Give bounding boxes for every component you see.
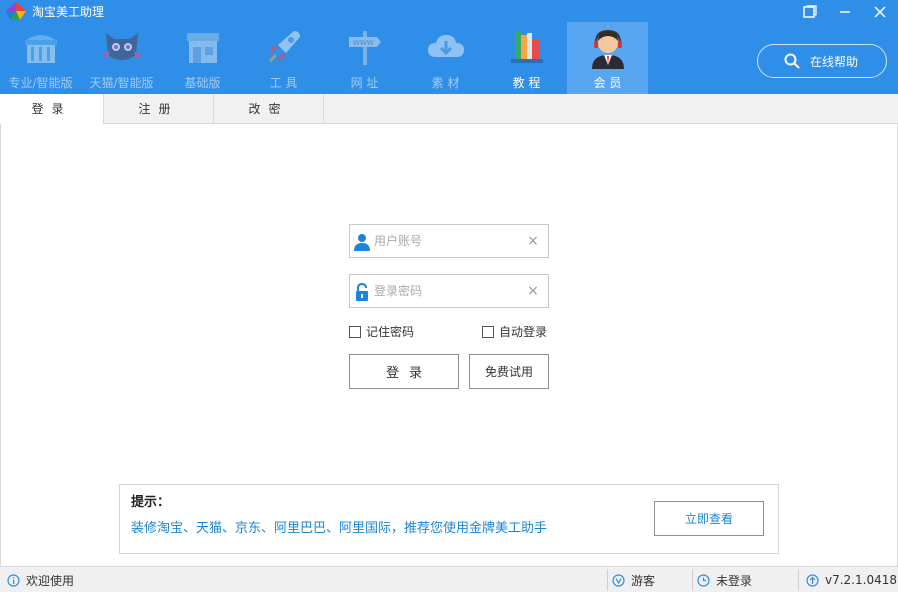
remember-password-box[interactable] bbox=[349, 325, 361, 338]
books-icon bbox=[510, 31, 543, 63]
auto-login-checkbox[interactable]: 自动登录 bbox=[482, 323, 547, 340]
password-input[interactable] bbox=[374, 275, 524, 307]
rocket-icon bbox=[268, 31, 300, 63]
status-divider bbox=[798, 569, 799, 591]
search-icon bbox=[784, 53, 800, 69]
store-icon bbox=[24, 35, 57, 63]
nav-item-basic[interactable]: 基础版 bbox=[162, 22, 243, 94]
info-icon bbox=[7, 573, 20, 587]
status-divider bbox=[607, 569, 608, 591]
view-now-button[interactable]: 立即查看 bbox=[654, 501, 764, 536]
minimize-icon bbox=[840, 11, 850, 13]
tab-bar: 登录 注册 改密 bbox=[0, 94, 898, 125]
status-welcome: 欢迎使用 bbox=[7, 567, 74, 592]
clear-username-icon[interactable]: × bbox=[526, 234, 540, 248]
svg-text:WWW: WWW bbox=[353, 39, 374, 47]
tip-box: 提示： 装修淘宝、天猫、京东、阿里巴巴、阿里国际，推荐您使用金牌美工助手 立即查… bbox=[119, 484, 779, 554]
vip-badge-icon bbox=[612, 573, 625, 587]
member-avatar-icon bbox=[591, 29, 624, 69]
nav-item-tools[interactable]: 工 具 bbox=[243, 22, 324, 94]
tab-register[interactable]: 注册 bbox=[104, 94, 214, 124]
clock-icon bbox=[697, 573, 710, 587]
tmall-cat-icon bbox=[101, 33, 142, 60]
title-bar: 淘宝美工助理 bbox=[0, 0, 898, 22]
window-minimize-button[interactable] bbox=[833, 2, 857, 22]
www-signpost-icon: WWW bbox=[348, 31, 381, 65]
login-button[interactable]: 登录 bbox=[349, 354, 459, 389]
header: 淘宝美工助理 专业/智能版 天猫/智能版 基础版 工 具 WWW 网 址 素 材… bbox=[0, 0, 898, 94]
status-divider bbox=[692, 569, 693, 591]
password-field[interactable]: × bbox=[349, 274, 549, 308]
nav-item-websites[interactable]: WWW 网 址 bbox=[324, 22, 405, 94]
status-version-text: v7.2.1.0418 bbox=[825, 573, 897, 587]
auto-login-label: 自动登录 bbox=[499, 325, 548, 339]
app-logo-icon bbox=[6, 2, 26, 20]
tip-text: 装修淘宝、天猫、京东、阿里巴巴、阿里国际，推荐您使用金牌美工助手 bbox=[131, 521, 548, 536]
nav-item-tutorials[interactable]: 教 程 bbox=[486, 22, 567, 94]
window-restore-button[interactable] bbox=[798, 2, 822, 22]
status-login-state-text: 未登录 bbox=[716, 573, 753, 588]
clear-password-icon[interactable]: × bbox=[526, 284, 540, 298]
remember-password-label: 记住密码 bbox=[366, 325, 415, 339]
status-login-state: 未登录 bbox=[697, 567, 752, 592]
status-user-text: 游客 bbox=[631, 573, 656, 588]
nav-item-tmall[interactable]: 天猫/智能版 bbox=[81, 22, 162, 94]
free-trial-button[interactable]: 免费试用 bbox=[469, 354, 549, 389]
restore-icon bbox=[803, 5, 817, 18]
online-help-button[interactable]: 在线帮助 bbox=[757, 44, 887, 78]
window-close-button[interactable] bbox=[868, 2, 892, 22]
user-icon bbox=[354, 234, 370, 251]
tab-login[interactable]: 登录 bbox=[0, 94, 104, 125]
status-welcome-text: 欢迎使用 bbox=[26, 573, 75, 588]
nav-item-materials[interactable]: 素 材 bbox=[405, 22, 486, 94]
upgrade-icon bbox=[806, 573, 819, 587]
nav-item-pro[interactable]: 专业/智能版 bbox=[0, 22, 81, 94]
close-icon bbox=[874, 6, 886, 18]
username-field[interactable]: × bbox=[349, 224, 549, 258]
tab-change-password[interactable]: 改密 bbox=[214, 94, 324, 124]
username-input[interactable] bbox=[374, 225, 524, 257]
nav-item-member[interactable]: 会 员 bbox=[567, 22, 648, 94]
auto-login-box[interactable] bbox=[482, 325, 494, 338]
app-title: 淘宝美工助理 bbox=[32, 5, 105, 19]
status-version[interactable]: v7.2.1.0418 bbox=[806, 567, 897, 592]
cloud-download-icon bbox=[427, 35, 464, 57]
online-help-label: 在线帮助 bbox=[810, 54, 859, 69]
shop-building-icon bbox=[186, 33, 219, 63]
main-nav: 专业/智能版 天猫/智能版 基础版 工 具 WWW 网 址 素 材 教 程 会 … bbox=[0, 22, 648, 94]
tip-title: 提示： bbox=[131, 495, 171, 510]
status-bar: 欢迎使用 游客 未登录 v7.2.1.0418 bbox=[0, 566, 898, 592]
status-user: 游客 bbox=[612, 567, 655, 592]
remember-password-checkbox[interactable]: 记住密码 bbox=[349, 323, 414, 340]
lock-icon bbox=[356, 283, 368, 301]
